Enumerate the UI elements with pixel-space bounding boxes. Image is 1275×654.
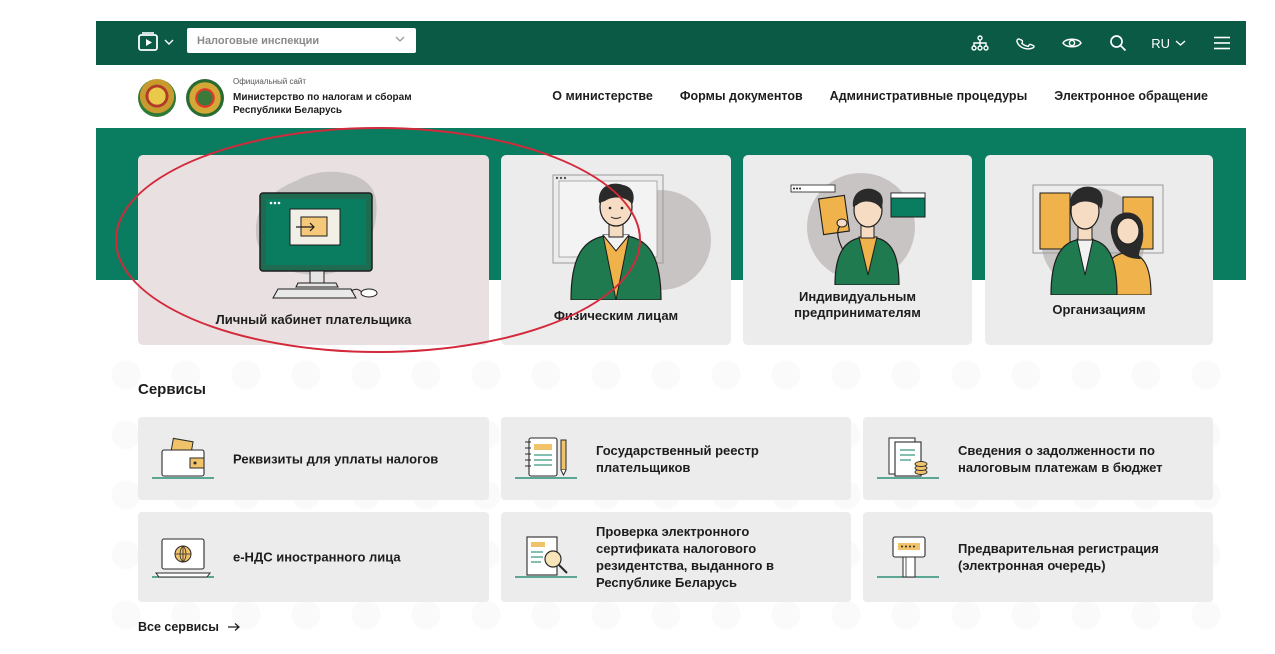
- nav-item-appeal[interactable]: Электронное обращение: [1054, 89, 1208, 103]
- phone-icon: [1016, 38, 1035, 50]
- service-title: Государственный реестр плательщиков: [596, 442, 846, 476]
- site-name[interactable]: Министерство по налогам и сборам Республ…: [233, 91, 453, 117]
- service-title: Проверка электронного сертификата налого…: [596, 523, 846, 591]
- nav-item-about[interactable]: О министерстве: [552, 89, 653, 103]
- documents-coins-icon: [877, 437, 939, 479]
- service-title-line2: плательщиков: [596, 459, 691, 475]
- chevron-down-icon: [164, 39, 174, 45]
- service-title-line1: Сведения о задолженности по: [958, 442, 1155, 458]
- inspections-select-value: Налоговые инспекции: [197, 34, 320, 47]
- inspections-select[interactable]: Налоговые инспекции: [187, 28, 416, 53]
- belarus-emblem-logo[interactable]: [138, 79, 176, 117]
- site-subtitle: Официальный сайт: [233, 77, 307, 86]
- page: Налоговые инспекции RU Официальный сайт …: [96, 0, 1246, 654]
- service-residency-certificate[interactable]: Проверка электронного сертификата налого…: [501, 512, 851, 602]
- organization-people-icon: [1032, 184, 1164, 295]
- chevron-down-icon: [1175, 40, 1186, 46]
- main-nav: О министерстве Формы документов Админист…: [552, 89, 1208, 103]
- person-man-icon: [552, 174, 711, 300]
- service-title-line2: налоговым платежам в бюджет: [958, 459, 1163, 475]
- top-bar: Налоговые инспекции RU: [96, 21, 1246, 65]
- chevron-down-icon: [395, 36, 405, 42]
- service-title: Реквизиты для уплаты налогов: [233, 451, 439, 466]
- all-services-label: Все сервисы: [138, 620, 219, 634]
- search-icon: [1110, 35, 1127, 52]
- service-e-vat-foreign[interactable]: е-НДС иностранного лица: [138, 512, 489, 602]
- card-entrepreneurs[interactable]: Индивидуальным предпринимателям: [743, 155, 972, 345]
- service-title-line1: Государственный реестр: [596, 442, 759, 458]
- card-label-line2: предпринимателям: [794, 305, 921, 320]
- service-title: е-НДС иностранного лица: [233, 549, 401, 565]
- service-title: Предварительная регистрация (электронная…: [958, 540, 1208, 574]
- service-title-line2: (электронная очередь): [958, 558, 1106, 573]
- menu-icon: [1214, 36, 1230, 50]
- phone-button[interactable]: [1003, 21, 1049, 65]
- queue-terminal-icon: [877, 536, 939, 578]
- document-search-icon: [515, 536, 577, 578]
- site-name-line2: Республики Беларусь: [233, 105, 343, 116]
- entrepreneur-icon: [790, 173, 926, 285]
- nav-item-forms[interactable]: Формы документов: [680, 89, 803, 103]
- arrow-right-icon: [227, 623, 240, 631]
- service-pre-registration[interactable]: Предварительная регистрация (электронная…: [863, 512, 1213, 602]
- accessibility-button[interactable]: [1049, 21, 1095, 65]
- card-label-line1: Индивидуальным: [799, 289, 916, 304]
- service-tax-requisites[interactable]: Реквизиты для уплаты налогов: [138, 417, 489, 500]
- service-title-line1: Проверка электронного: [596, 524, 750, 539]
- service-title-line2: сертификата налогового: [596, 541, 757, 556]
- service-state-register[interactable]: Государственный реестр плательщиков: [501, 417, 851, 500]
- language-label: RU: [1151, 35, 1170, 51]
- site-name-line1: Министерство по налогам и сборам: [233, 92, 412, 103]
- structure-button[interactable]: [957, 21, 1003, 65]
- ministry-emblem-logo[interactable]: [186, 79, 224, 117]
- service-title: Сведения о задолженности по налоговым пл…: [958, 442, 1208, 476]
- laptop-globe-icon: [152, 538, 214, 578]
- search-button[interactable]: [1095, 21, 1141, 65]
- card-label: Организациям: [1052, 302, 1146, 317]
- card-label-multiline: Индивидуальным предпринимателям: [743, 289, 972, 321]
- service-debt-info[interactable]: Сведения о задолженности по налоговым пл…: [863, 417, 1213, 500]
- tv-portal-icon: [138, 32, 158, 51]
- all-services-link[interactable]: Все сервисы: [138, 620, 241, 634]
- topbar-actions: RU: [957, 21, 1246, 65]
- computer-login-icon: [255, 171, 378, 299]
- services-heading: Сервисы: [138, 381, 206, 398]
- menu-button[interactable]: [1202, 21, 1242, 65]
- card-personal-account[interactable]: Личный кабинет плательщика: [138, 155, 489, 345]
- language-switcher[interactable]: RU: [1141, 36, 1202, 51]
- structure-icon: [971, 35, 989, 51]
- card-individuals[interactable]: Физическим лицам: [501, 155, 731, 345]
- site-header: Официальный сайт Министерство по налогам…: [96, 65, 1246, 128]
- wallet-icon: [152, 437, 214, 479]
- service-title-line3: резидентства, выданного в: [596, 558, 775, 573]
- nav-item-procedures[interactable]: Административные процедуры: [830, 89, 1028, 103]
- card-label: Физическим лицам: [553, 308, 679, 323]
- eye-icon: [1062, 38, 1083, 48]
- service-title-line1: Предварительная регистрация: [958, 541, 1159, 556]
- service-title-line4: Республике Беларусь: [596, 575, 737, 590]
- card-label: Личный кабинет плательщика: [215, 312, 412, 327]
- notebook-icon: [515, 437, 577, 479]
- card-organizations[interactable]: Организациям: [985, 155, 1213, 345]
- portal-switcher[interactable]: [138, 32, 174, 52]
